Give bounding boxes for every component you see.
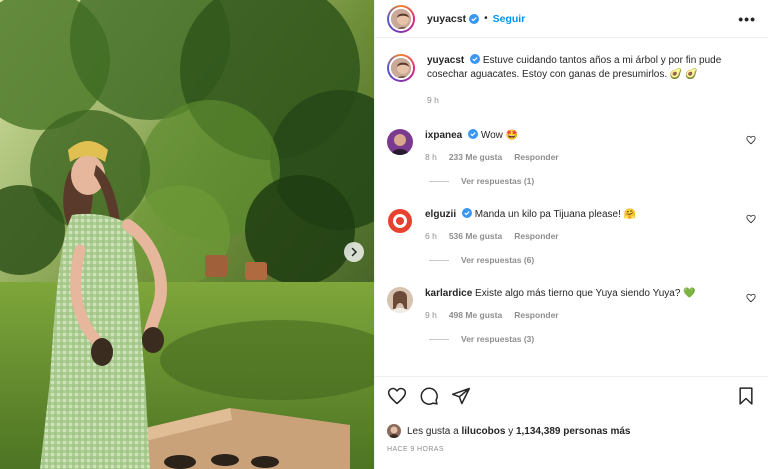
- reply-button[interactable]: Responder: [514, 152, 558, 162]
- bookmark-icon[interactable]: [736, 386, 756, 406]
- comment-likes[interactable]: 498 Me gusta: [449, 310, 502, 320]
- avatar-image: [391, 8, 411, 29]
- caption-username[interactable]: yuyacst: [427, 55, 464, 66]
- comment-text: Manda un kilo pa Tijuana please! 🤗: [474, 209, 637, 220]
- follow-button[interactable]: Seguir: [493, 13, 526, 25]
- comment-username[interactable]: karlardice: [425, 288, 472, 299]
- avatar-image: [387, 424, 401, 438]
- post-actions: Les gusta a lilucobos y 1,134,389 person…: [375, 376, 768, 453]
- replies-divider: [429, 259, 449, 261]
- comment-time: 6 h: [425, 231, 437, 241]
- comment-like-heart-icon[interactable]: [746, 135, 756, 145]
- post-header: yuyacst • Seguir •••: [375, 0, 768, 38]
- liker-username[interactable]: lilucobos: [462, 426, 506, 437]
- verified-badge-icon: [470, 54, 481, 64]
- share-icon[interactable]: [451, 386, 471, 406]
- avatar-image: [387, 208, 413, 234]
- avatar-image: [387, 287, 413, 313]
- comment-item: elguzii Manda un kilo pa Tijuana please!…: [387, 208, 756, 265]
- comment-username[interactable]: elguzii: [425, 209, 456, 220]
- view-replies-button[interactable]: Ver respuestas (6): [429, 255, 756, 265]
- likes-count[interactable]: 1,134,389 personas más: [516, 426, 631, 437]
- view-replies-button[interactable]: Ver respuestas (1): [429, 176, 756, 186]
- caption-author-avatar[interactable]: [387, 54, 415, 82]
- verified-badge-icon: [461, 208, 472, 218]
- chevron-right-icon: [351, 247, 358, 257]
- comment-item: ixpanea Wow 🤩 8 h 233 Me gusta Responder…: [387, 129, 756, 186]
- more-options-icon[interactable]: •••: [738, 12, 756, 26]
- verified-badge-icon: [468, 129, 479, 139]
- post-image: [0, 0, 374, 469]
- comment-text: Wow 🤩: [480, 130, 519, 141]
- author-avatar[interactable]: [387, 4, 415, 33]
- comment-icon[interactable]: [419, 386, 439, 406]
- next-image-button[interactable]: [344, 242, 364, 262]
- verified-badge-icon: [469, 13, 480, 24]
- post-timestamp[interactable]: HACE 9 HORAS: [387, 446, 756, 453]
- comment-time: 9 h: [425, 310, 437, 320]
- liker-avatar[interactable]: [387, 424, 401, 438]
- commenter-avatar[interactable]: [387, 287, 413, 313]
- post-details-panel: yuyacst • Seguir ••• yuyacst Estuve cuid…: [374, 0, 768, 469]
- heart-icon[interactable]: [387, 386, 407, 406]
- comment-likes[interactable]: 233 Me gusta: [449, 152, 502, 162]
- reply-button[interactable]: Responder: [514, 310, 558, 320]
- reply-button[interactable]: Responder: [514, 231, 558, 241]
- post-caption: yuyacst Estuve cuidando tantos años a mi…: [387, 54, 756, 107]
- replies-divider: [429, 338, 449, 340]
- comment-time: 8 h: [425, 152, 437, 162]
- avatar-image: [391, 58, 411, 78]
- likes-prefix: Les gusta a: [407, 425, 459, 437]
- commenter-avatar[interactable]: [387, 208, 413, 234]
- view-replies-label: Ver respuestas (3): [461, 334, 535, 344]
- view-replies-button[interactable]: Ver respuestas (3): [429, 334, 756, 344]
- post-photo[interactable]: [0, 0, 374, 469]
- avatar-image: [387, 129, 413, 155]
- separator-dot: •: [484, 13, 488, 24]
- view-replies-label: Ver respuestas (1): [461, 176, 535, 186]
- comments-list[interactable]: yuyacst Estuve cuidando tantos años a mi…: [375, 38, 768, 376]
- comment-item: karlardice Existe algo más tierno que Yu…: [387, 287, 756, 344]
- comment-like-heart-icon[interactable]: [746, 293, 756, 303]
- replies-divider: [429, 180, 449, 182]
- author-username[interactable]: yuyacst: [427, 13, 466, 25]
- likes-summary: Les gusta a lilucobos y 1,134,389 person…: [387, 424, 756, 438]
- comment-username[interactable]: ixpanea: [425, 130, 462, 141]
- likes-conjunction: y: [508, 425, 514, 437]
- action-icons: [387, 385, 756, 407]
- caption-time: 9 h: [427, 95, 439, 105]
- comment-like-heart-icon[interactable]: [746, 214, 756, 224]
- comment-text: Existe algo más tierno que Yuya siendo Y…: [475, 288, 696, 299]
- comment-likes[interactable]: 536 Me gusta: [449, 231, 502, 241]
- commenter-avatar[interactable]: [387, 129, 413, 155]
- view-replies-label: Ver respuestas (6): [461, 255, 535, 265]
